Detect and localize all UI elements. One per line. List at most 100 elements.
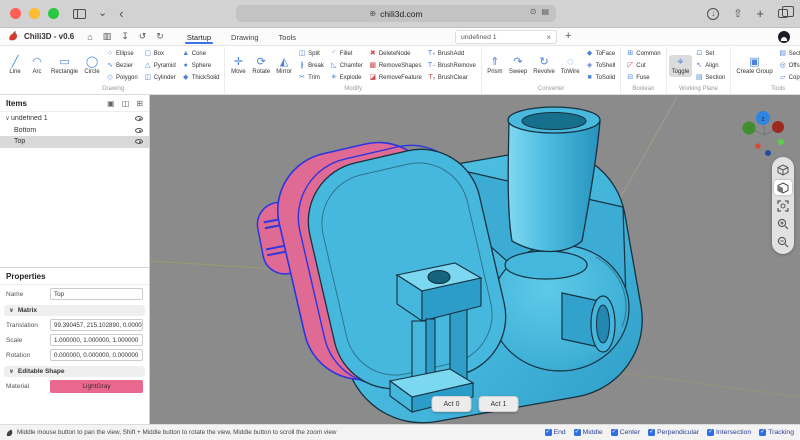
new-document-button[interactable]: + (565, 30, 571, 42)
checkbox-icon[interactable]: ✓ (759, 429, 766, 436)
shaded-mode-button[interactable] (774, 180, 792, 195)
axis-gizmo[interactable]: z (740, 105, 792, 157)
axis-neg-x-dot[interactable] (755, 143, 760, 148)
privacy-icon[interactable]: ⊙ (530, 7, 537, 16)
ribbon-button-toshell[interactable]: ◈ToShell (586, 61, 616, 72)
ribbon-button-brushclear[interactable]: TₓBrushClear (428, 73, 476, 84)
ribbon-button-rectangle[interactable]: ▭Rectangle (48, 55, 81, 77)
act-button-act-1[interactable]: Act 1 (479, 396, 519, 412)
ribbon-button-align[interactable]: ↖Align (695, 61, 725, 72)
back-button[interactable]: ‹ (119, 8, 123, 19)
ribbon-button-explode[interactable]: ✳Explode (330, 73, 363, 84)
snap-perpendicular[interactable]: ✓Perpendicular (648, 429, 699, 436)
editable-shape-section-header[interactable]: ∨ Editable Shape (4, 366, 145, 377)
ribbon-button-fuse[interactable]: ⊟Fuse (626, 73, 660, 84)
ribbon-button-section[interactable]: ▤Section (779, 49, 800, 60)
wireframe-mode-button[interactable] (774, 162, 792, 177)
reader-icon[interactable]: ▤ (541, 7, 549, 16)
tab-drawing[interactable]: Drawing (223, 30, 267, 44)
visibility-eye-icon[interactable] (135, 139, 143, 144)
viewport-3d[interactable]: z (150, 95, 800, 424)
document-icon[interactable]: ▥ (103, 31, 112, 42)
zoom-in-button[interactable] (774, 216, 792, 231)
ribbon-button-break[interactable]: ∦Break (298, 61, 324, 72)
ribbon-button-rotate[interactable]: ⟳Rotate (249, 55, 273, 77)
checkbox-icon[interactable]: ✓ (611, 429, 618, 436)
axis-y-dot[interactable] (743, 122, 756, 135)
ribbon-button-brushremove[interactable]: T₋BrushRemove (428, 61, 476, 72)
ribbon-button-polygon[interactable]: ◇Polygon (106, 73, 138, 84)
tab-overview-icon[interactable] (778, 9, 788, 18)
ribbon-button-removefeature[interactable]: ◪RemoveFeature (369, 73, 422, 84)
ribbon-button-revolve[interactable]: ↻Revolve (530, 55, 558, 77)
snap-middle[interactable]: ✓Middle (574, 429, 603, 436)
ribbon-button-mirror[interactable]: ◭Mirror (273, 55, 295, 77)
ribbon-button-circle[interactable]: ◯Circle (81, 55, 103, 77)
ribbon-button-bezier[interactable]: ∿Bezier (106, 61, 138, 72)
snap-center[interactable]: ✓Center (611, 429, 640, 436)
axis-neg-y-dot[interactable] (778, 139, 784, 145)
zoom-out-button[interactable] (774, 234, 792, 249)
address-bar[interactable]: ⊕ chili3d.com ⊙ ▤ (236, 5, 556, 22)
ribbon-button-section[interactable]: ▤Section (695, 73, 725, 84)
axis-x-dot[interactable] (772, 121, 784, 133)
snap-intersection[interactable]: ✓Intersection (707, 429, 751, 436)
sidebar-toggle-icon[interactable] (73, 9, 86, 19)
ribbon-button-create-group[interactable]: ▣Create Group (733, 55, 775, 77)
translation-input[interactable]: 99.390457, 215.102890, 0.00000 (50, 319, 143, 331)
fit-view-button[interactable] (774, 198, 792, 213)
checkbox-icon[interactable]: ✓ (545, 429, 552, 436)
ribbon-button-offset[interactable]: ◎Offset (779, 61, 800, 72)
ribbon-button-prism[interactable]: ⇑Prism (484, 55, 506, 77)
save-icon[interactable]: ↧ (121, 31, 129, 42)
zoom-window-button[interactable] (48, 8, 59, 19)
ribbon-button-copyshape[interactable]: ▱CopyShape (779, 73, 800, 84)
ribbon-button-brushadd[interactable]: T₊BrushAdd (428, 49, 476, 60)
ribbon-button-deletenode[interactable]: ✖DeleteNode (369, 49, 422, 60)
ribbon-button-cut[interactable]: ◸Cut (626, 61, 660, 72)
tree-item-top[interactable]: Top (0, 136, 149, 148)
tab-startup[interactable]: Startup (179, 30, 219, 44)
ribbon-button-common[interactable]: ⊞Common (626, 49, 660, 60)
rotation-input[interactable]: 0.000000, 0.000000, 0.000000 (50, 349, 143, 361)
ribbon-button-pyramid[interactable]: △Pyramid (144, 61, 176, 72)
minimize-window-button[interactable] (29, 8, 40, 19)
collapse-panel-icon[interactable]: ◫ (122, 99, 130, 108)
chevron-down-icon[interactable]: ⌄ (98, 8, 107, 19)
ribbon-button-fillet[interactable]: ◜Fillet (330, 49, 363, 60)
ribbon-button-toggle[interactable]: ⌖Toggle (669, 55, 693, 77)
ribbon-button-box[interactable]: ▢Box (144, 49, 176, 60)
pump-model[interactable] (150, 95, 800, 424)
home-icon[interactable]: ⌂ (87, 32, 92, 42)
share-icon[interactable]: ⇧ (733, 8, 742, 20)
snap-end[interactable]: ✓End (545, 429, 566, 436)
undo-icon[interactable]: ↺ (139, 31, 147, 42)
ribbon-button-removeshapes[interactable]: ▩RemoveShapes (369, 61, 422, 72)
new-tab-button[interactable]: + (756, 8, 764, 20)
act-button-act-0[interactable]: Act 0 (432, 396, 472, 412)
ribbon-button-move[interactable]: ✛Move (227, 55, 249, 77)
ribbon-button-trim[interactable]: ✂Trim (298, 73, 324, 84)
close-window-button[interactable] (10, 8, 21, 19)
name-input[interactable]: Top (50, 288, 143, 300)
visibility-eye-icon[interactable] (135, 116, 143, 121)
material-button[interactable]: LightGray (50, 380, 143, 393)
downloads-icon[interactable]: ↓ (707, 8, 719, 20)
ribbon-button-tosolid[interactable]: ■ToSolid (586, 73, 616, 84)
matrix-section-header[interactable]: ∨ Matrix (4, 305, 145, 316)
github-icon[interactable] (778, 31, 790, 43)
expand-panel-icon[interactable]: ⊞ (136, 99, 143, 108)
redo-icon[interactable]: ↻ (156, 31, 164, 42)
ribbon-button-sphere[interactable]: ●Sphere (182, 61, 220, 72)
ribbon-button-cylinder[interactable]: ◫Cylinder (144, 73, 176, 84)
ribbon-button-toface[interactable]: ◆ToFace (586, 49, 616, 60)
scale-input[interactable]: 1.000000, 1.000000, 1.000000 (50, 334, 143, 346)
new-folder-icon[interactable]: ▣ (107, 99, 115, 108)
tree-item-bottom[interactable]: Bottom (0, 125, 149, 137)
ribbon-button-cone[interactable]: ▲Cone (182, 49, 220, 60)
ribbon-button-chamfer[interactable]: ◺Chamfer (330, 61, 363, 72)
ribbon-button-thicksolid[interactable]: ◆ThickSolid (182, 73, 220, 84)
checkbox-icon[interactable]: ✓ (574, 429, 581, 436)
checkbox-icon[interactable]: ✓ (707, 429, 714, 436)
tab-tools[interactable]: Tools (271, 30, 305, 44)
